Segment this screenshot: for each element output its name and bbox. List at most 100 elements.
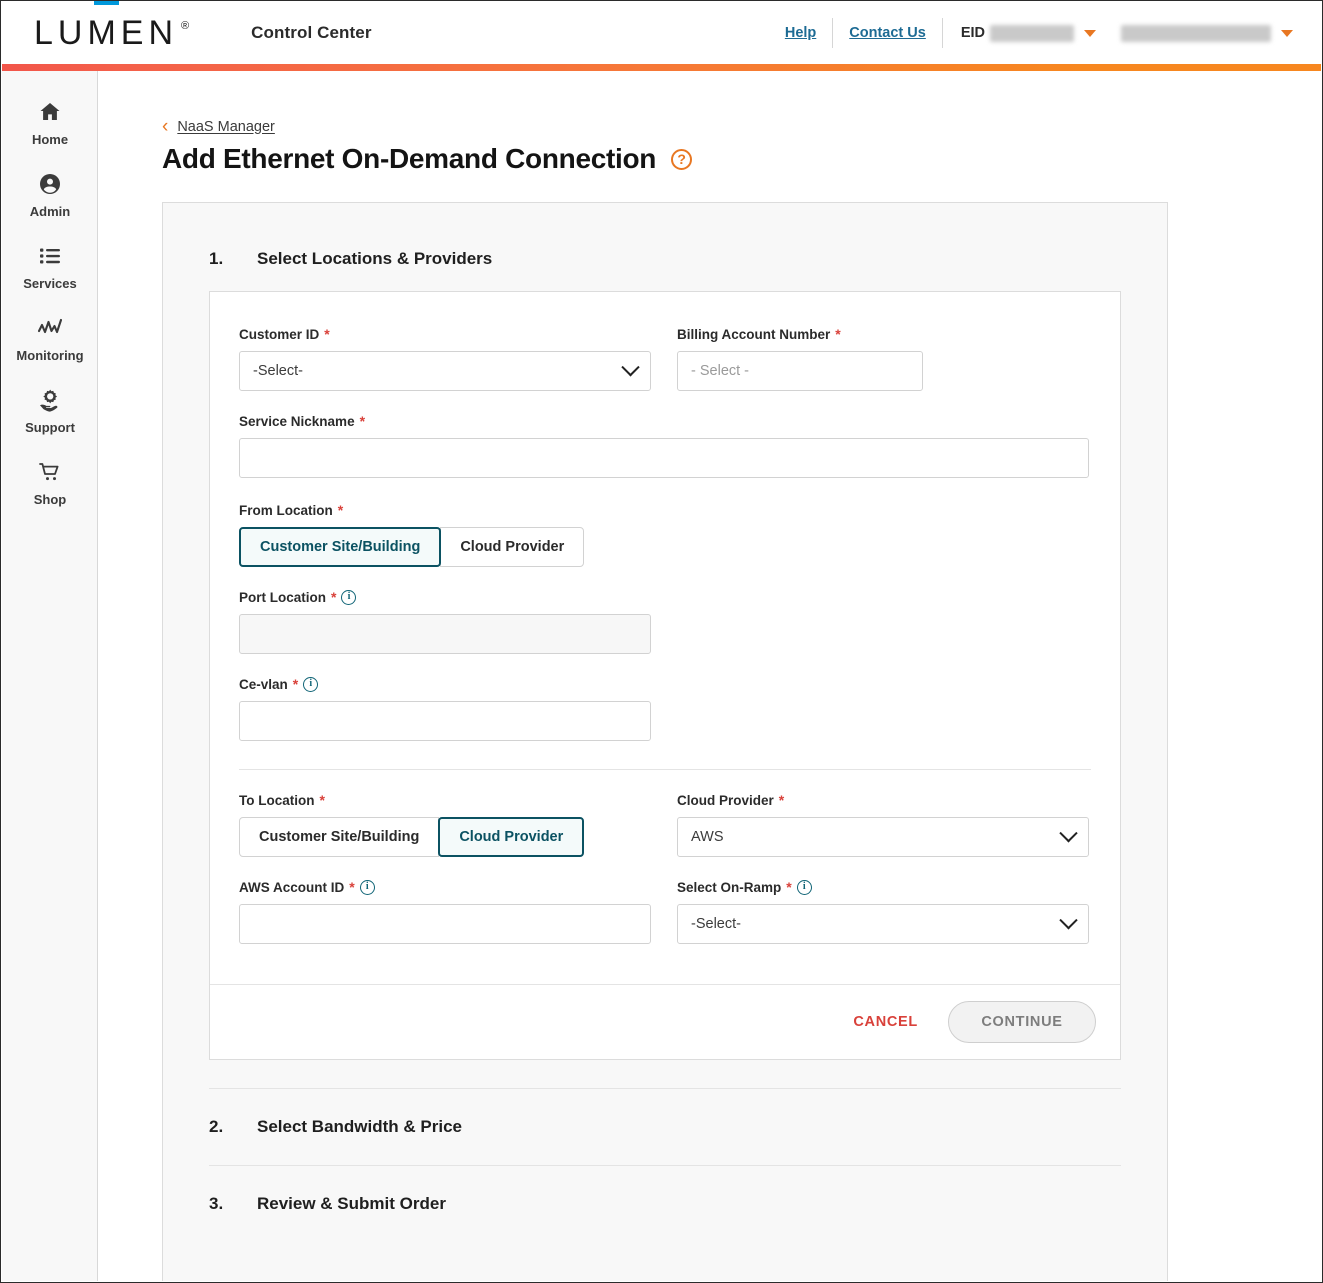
sidebar-item-label: Shop bbox=[33, 492, 67, 507]
step-2-title: Select Bandwidth & Price bbox=[257, 1117, 462, 1136]
account-name-redacted bbox=[1121, 24, 1271, 42]
chevron-down-icon[interactable] bbox=[1281, 29, 1293, 37]
billing-account-number-input[interactable]: - Select - bbox=[677, 351, 923, 391]
sidebar-item-label: Home bbox=[31, 132, 69, 147]
step-1-title: Select Locations & Providers bbox=[257, 249, 493, 268]
customer-id-group: Customer ID * -Select- bbox=[239, 326, 651, 391]
info-icon[interactable]: i bbox=[359, 879, 375, 895]
customer-id-select[interactable]: -Select- bbox=[239, 351, 651, 391]
required-marker: * bbox=[337, 502, 344, 518]
required-marker: * bbox=[319, 792, 325, 808]
service-nickname-input[interactable] bbox=[239, 438, 1089, 478]
form-row-1: Customer ID * -Select- Billing Account N… bbox=[239, 326, 1091, 391]
list-icon bbox=[37, 243, 63, 269]
to-location-option-customer-site[interactable]: Customer Site/Building bbox=[239, 817, 440, 857]
to-location-label-row: To Location * bbox=[239, 792, 651, 808]
service-nickname-group: Service Nickname * bbox=[239, 413, 1091, 478]
help-link[interactable]: Help bbox=[769, 25, 832, 41]
page-title: Add Ethernet On-Demand Connection bbox=[162, 143, 657, 174]
sidebar-item-monitoring[interactable]: Monitoring bbox=[2, 303, 98, 375]
home-icon bbox=[37, 99, 63, 125]
select-on-ramp-value: -Select- bbox=[691, 916, 741, 932]
customer-id-label: Customer ID bbox=[239, 326, 320, 342]
help-circle-icon[interactable]: ? bbox=[671, 148, 693, 170]
service-nickname-label-row: Service Nickname * bbox=[239, 413, 1091, 429]
aws-account-id-input[interactable] bbox=[239, 904, 651, 944]
required-marker: * bbox=[786, 879, 792, 895]
app-title: Control Center bbox=[251, 23, 372, 42]
sidebar-item-label: Services bbox=[23, 276, 77, 291]
required-marker: * bbox=[349, 879, 355, 895]
customer-id-label-row: Customer ID * bbox=[239, 326, 651, 342]
billing-account-number-group: Billing Account Number * - Select - bbox=[677, 326, 1089, 391]
lumen-logo-text: LUMEN bbox=[34, 14, 179, 52]
sidebar-item-label: Support bbox=[25, 420, 75, 435]
section-divider bbox=[239, 769, 1091, 770]
support-gear-hand-icon bbox=[37, 387, 63, 413]
sidebar-item-label: Admin bbox=[29, 204, 71, 219]
required-marker: * bbox=[359, 413, 366, 429]
sidebar-item-home[interactable]: Home bbox=[2, 87, 98, 159]
select-on-ramp-label-row: Select On-Ramp * i bbox=[677, 879, 1089, 895]
app-window: LUMEN ® Control Center Help Contact Us E… bbox=[0, 0, 1323, 1283]
port-location-label: Port Location bbox=[239, 589, 326, 605]
chevron-down-icon[interactable] bbox=[1084, 29, 1096, 37]
from-location-option-customer-site[interactable]: Customer Site/Building bbox=[239, 527, 442, 567]
breadcrumb-link-naas-manager[interactable]: NaaS Manager bbox=[177, 119, 275, 135]
cancel-button[interactable]: CANCEL bbox=[853, 1014, 918, 1030]
ce-vlan-label-row: Ce-vlan * i bbox=[239, 676, 1091, 692]
select-on-ramp-select[interactable]: -Select- bbox=[677, 904, 1089, 944]
step-1-panel: Customer ID * -Select- Billing Account N… bbox=[209, 291, 1121, 1060]
eid-selector[interactable]: EID bbox=[943, 24, 1106, 42]
customer-id-value: -Select- bbox=[253, 363, 303, 379]
lumen-logo[interactable]: LUMEN ® bbox=[34, 1, 189, 52]
step-2-header[interactable]: 2. Select Bandwidth & Price bbox=[163, 1089, 1167, 1137]
info-icon[interactable]: i bbox=[303, 676, 319, 692]
service-nickname-label: Service Nickname bbox=[239, 413, 355, 429]
wizard-card: 1. Select Locations & Providers Customer… bbox=[162, 202, 1168, 1281]
from-location-label-row: From Location * bbox=[239, 502, 1091, 518]
main-content: ‹ NaaS Manager Add Ethernet On-Demand Co… bbox=[98, 71, 1321, 1281]
lumen-logo-accent-bar bbox=[94, 1, 119, 5]
account-selector[interactable] bbox=[1116, 24, 1303, 42]
user-circle-icon bbox=[37, 171, 63, 197]
top-header-bar: LUMEN ® Control Center Help Contact Us E… bbox=[2, 1, 1321, 64]
continue-button[interactable]: CONTINUE bbox=[948, 1001, 1096, 1043]
required-marker: * bbox=[331, 589, 337, 605]
select-on-ramp-group: Select On-Ramp * i -Select- bbox=[677, 879, 1089, 944]
to-location-label: To Location bbox=[239, 792, 315, 808]
required-marker: * bbox=[778, 792, 785, 808]
port-location-input[interactable] bbox=[239, 614, 651, 654]
form-row-aws: AWS Account ID * i Select On-Ramp * i -S… bbox=[239, 879, 1091, 984]
to-location-option-cloud-provider[interactable]: Cloud Provider bbox=[438, 817, 585, 857]
from-location-group: From Location * Customer Site/Building C… bbox=[239, 502, 1091, 567]
breadcrumb[interactable]: ‹ NaaS Manager bbox=[162, 117, 275, 136]
contact-us-link[interactable]: Contact Us bbox=[833, 25, 942, 41]
aws-account-id-label-row: AWS Account ID * i bbox=[239, 879, 651, 895]
to-location-toggle: Customer Site/Building Cloud Provider bbox=[239, 817, 651, 857]
sidebar-item-support[interactable]: Support bbox=[2, 375, 98, 447]
from-location-label: From Location bbox=[239, 502, 333, 518]
cloud-provider-label-row: Cloud Provider * bbox=[677, 792, 1089, 808]
info-icon[interactable]: i bbox=[341, 589, 357, 605]
info-icon[interactable]: i bbox=[796, 879, 812, 895]
activity-icon bbox=[37, 315, 63, 341]
billing-account-number-label: Billing Account Number bbox=[677, 326, 831, 342]
page-title-row: Add Ethernet On-Demand Connection ? bbox=[162, 143, 693, 175]
ce-vlan-input[interactable] bbox=[239, 701, 651, 741]
sidebar-item-admin[interactable]: Admin bbox=[2, 159, 98, 231]
step-1-form: Customer ID * -Select- Billing Account N… bbox=[210, 292, 1120, 984]
eid-label: EID bbox=[960, 25, 985, 41]
sidebar-item-label: Monitoring bbox=[16, 348, 84, 363]
cloud-provider-group: Cloud Provider * AWS bbox=[677, 792, 1089, 857]
step-3-header[interactable]: 3. Review & Submit Order bbox=[163, 1166, 1167, 1214]
step-3-number: 3. bbox=[209, 1194, 224, 1213]
from-location-option-cloud-provider[interactable]: Cloud Provider bbox=[440, 527, 585, 567]
cart-icon bbox=[37, 459, 63, 485]
cloud-provider-select[interactable]: AWS bbox=[677, 817, 1089, 857]
ce-vlan-group: Ce-vlan * i bbox=[239, 676, 1091, 741]
step-2-number: 2. bbox=[209, 1117, 224, 1136]
chevron-left-icon: ‹ bbox=[162, 116, 169, 137]
sidebar-item-shop[interactable]: Shop bbox=[2, 447, 98, 519]
sidebar-item-services[interactable]: Services bbox=[2, 231, 98, 303]
